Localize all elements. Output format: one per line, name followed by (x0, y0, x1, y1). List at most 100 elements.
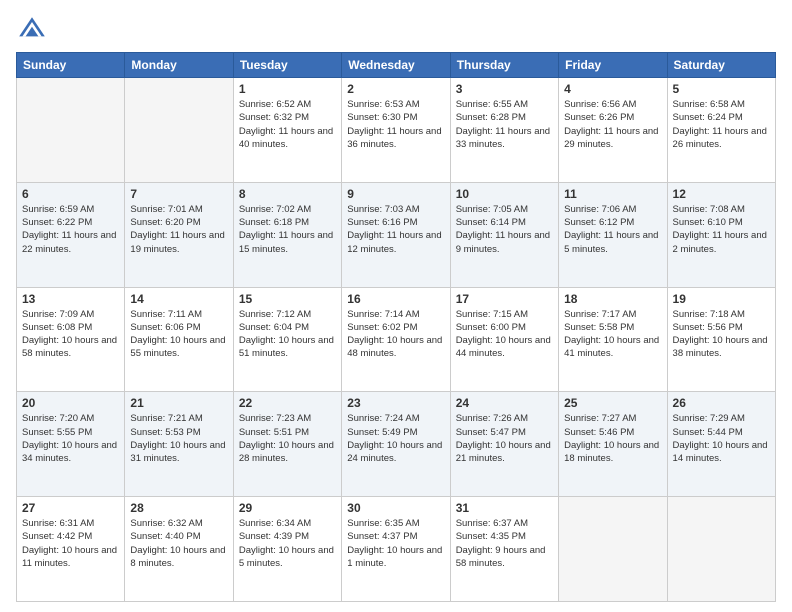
day-info: Sunrise: 6:32 AM Sunset: 4:40 PM Dayligh… (130, 517, 227, 570)
calendar-cell (559, 497, 667, 602)
day-info: Sunrise: 6:59 AM Sunset: 6:22 PM Dayligh… (22, 203, 119, 256)
week-row-2: 6 Sunrise: 6:59 AM Sunset: 6:22 PM Daylig… (17, 182, 776, 287)
day-number: 1 (239, 82, 336, 96)
calendar-cell: 5Sunrise: 6:58 AM Sunset: 6:24 PM Daylig… (667, 78, 775, 183)
day-number: 7 (130, 187, 227, 201)
day-number: 2 (347, 82, 444, 96)
day-number: 25 (564, 396, 661, 410)
day-info: Sunrise: 7:17 AM Sunset: 5:58 PM Dayligh… (564, 308, 661, 361)
calendar-cell: 1 Sunrise: 6:52 AM Sunset: 6:32 PM Daylig… (233, 78, 341, 183)
calendar-cell: 6 Sunrise: 6:59 AM Sunset: 6:22 PM Daylig… (17, 182, 125, 287)
day-info: Sunrise: 7:20 AM Sunset: 5:55 PM Dayligh… (22, 412, 119, 465)
day-info: Sunrise: 7:08 AM Sunset: 6:10 PM Dayligh… (673, 203, 770, 256)
day-info: Sunrise: 7:05 AM Sunset: 6:14 PM Dayligh… (456, 203, 553, 256)
day-info: Sunrise: 7:27 AM Sunset: 5:46 PM Dayligh… (564, 412, 661, 465)
calendar-cell: 4Sunrise: 6:56 AM Sunset: 6:26 PM Daylig… (559, 78, 667, 183)
calendar-cell: 25 Sunrise: 7:27 AM Sunset: 5:46 PM Dayli… (559, 392, 667, 497)
day-info: Sunrise: 7:15 AM Sunset: 6:00 PM Dayligh… (456, 308, 553, 361)
calendar-cell: 17 Sunrise: 7:15 AM Sunset: 6:00 PM Dayli… (450, 287, 558, 392)
logo-icon (16, 14, 48, 46)
calendar-cell: 31 Sunrise: 6:37 AM Sunset: 4:35 PM Dayli… (450, 497, 558, 602)
day-info: Sunrise: 6:52 AM Sunset: 6:32 PM Dayligh… (239, 98, 336, 151)
day-number: 29 (239, 501, 336, 515)
day-number: 23 (347, 396, 444, 410)
day-number: 6 (22, 187, 119, 201)
day-number: 26 (673, 396, 770, 410)
calendar-cell: 28 Sunrise: 6:32 AM Sunset: 4:40 PM Dayli… (125, 497, 233, 602)
calendar-cell: 19 Sunrise: 7:18 AM Sunset: 5:56 PM Dayli… (667, 287, 775, 392)
week-row-5: 27Sunrise: 6:31 AM Sunset: 4:42 PM Dayli… (17, 497, 776, 602)
day-number: 20 (22, 396, 119, 410)
day-number: 8 (239, 187, 336, 201)
calendar-cell: 16 Sunrise: 7:14 AM Sunset: 6:02 PM Dayli… (342, 287, 450, 392)
day-number: 17 (456, 292, 553, 306)
day-number: 15 (239, 292, 336, 306)
calendar-cell: 10 Sunrise: 7:05 AM Sunset: 6:14 PM Dayli… (450, 182, 558, 287)
day-number: 9 (347, 187, 444, 201)
day-header-tuesday: Tuesday (233, 53, 341, 78)
calendar-cell: 2 Sunrise: 6:53 AM Sunset: 6:30 PM Daylig… (342, 78, 450, 183)
calendar-cell: 3 Sunrise: 6:55 AM Sunset: 6:28 PM Daylig… (450, 78, 558, 183)
calendar-cell: 24 Sunrise: 7:26 AM Sunset: 5:47 PM Dayli… (450, 392, 558, 497)
day-number: 18 (564, 292, 661, 306)
day-info: Sunrise: 7:06 AM Sunset: 6:12 PM Dayligh… (564, 203, 661, 256)
day-info: Sunrise: 7:02 AM Sunset: 6:18 PM Dayligh… (239, 203, 336, 256)
calendar-cell: 21 Sunrise: 7:21 AM Sunset: 5:53 PM Dayli… (125, 392, 233, 497)
calendar-cell (667, 497, 775, 602)
day-info: Sunrise: 6:53 AM Sunset: 6:30 PM Dayligh… (347, 98, 444, 151)
day-info: Sunrise: 7:18 AM Sunset: 5:56 PM Dayligh… (673, 308, 770, 361)
day-info: Sunrise: 7:24 AM Sunset: 5:49 PM Dayligh… (347, 412, 444, 465)
calendar-cell: 13Sunrise: 7:09 AM Sunset: 6:08 PM Dayli… (17, 287, 125, 392)
day-info: Sunrise: 7:21 AM Sunset: 5:53 PM Dayligh… (130, 412, 227, 465)
day-number: 13 (22, 292, 119, 306)
calendar-cell (125, 78, 233, 183)
day-info: Sunrise: 6:35 AM Sunset: 4:37 PM Dayligh… (347, 517, 444, 570)
calendar-cell: 29 Sunrise: 6:34 AM Sunset: 4:39 PM Dayli… (233, 497, 341, 602)
calendar-cell: 15Sunrise: 7:12 AM Sunset: 6:04 PM Dayli… (233, 287, 341, 392)
day-number: 12 (673, 187, 770, 201)
calendar-cell: 20 Sunrise: 7:20 AM Sunset: 5:55 PM Dayli… (17, 392, 125, 497)
calendar-cell: 22Sunrise: 7:23 AM Sunset: 5:51 PM Dayli… (233, 392, 341, 497)
calendar-cell: 26Sunrise: 7:29 AM Sunset: 5:44 PM Dayli… (667, 392, 775, 497)
calendar-cell: 7 Sunrise: 7:01 AM Sunset: 6:20 PM Daylig… (125, 182, 233, 287)
calendar-cell (17, 78, 125, 183)
day-header-thursday: Thursday (450, 53, 558, 78)
day-number: 21 (130, 396, 227, 410)
day-info: Sunrise: 6:55 AM Sunset: 6:28 PM Dayligh… (456, 98, 553, 151)
day-number: 4 (564, 82, 661, 96)
day-number: 31 (456, 501, 553, 515)
day-info: Sunrise: 6:37 AM Sunset: 4:35 PM Dayligh… (456, 517, 553, 570)
calendar-cell: 30Sunrise: 6:35 AM Sunset: 4:37 PM Dayli… (342, 497, 450, 602)
day-info: Sunrise: 7:26 AM Sunset: 5:47 PM Dayligh… (456, 412, 553, 465)
calendar-cell: 9 Sunrise: 7:03 AM Sunset: 6:16 PM Daylig… (342, 182, 450, 287)
day-header-wednesday: Wednesday (342, 53, 450, 78)
day-number: 14 (130, 292, 227, 306)
day-number: 24 (456, 396, 553, 410)
day-info: Sunrise: 6:58 AM Sunset: 6:24 PM Dayligh… (673, 98, 770, 151)
day-number: 11 (564, 187, 661, 201)
week-row-3: 13Sunrise: 7:09 AM Sunset: 6:08 PM Dayli… (17, 287, 776, 392)
week-row-1: 1 Sunrise: 6:52 AM Sunset: 6:32 PM Daylig… (17, 78, 776, 183)
day-info: Sunrise: 7:03 AM Sunset: 6:16 PM Dayligh… (347, 203, 444, 256)
days-header-row: SundayMondayTuesdayWednesdayThursdayFrid… (17, 53, 776, 78)
day-number: 19 (673, 292, 770, 306)
day-header-friday: Friday (559, 53, 667, 78)
calendar-cell: 18 Sunrise: 7:17 AM Sunset: 5:58 PM Dayli… (559, 287, 667, 392)
logo (16, 14, 52, 46)
calendar-cell: 27Sunrise: 6:31 AM Sunset: 4:42 PM Dayli… (17, 497, 125, 602)
calendar-cell: 23 Sunrise: 7:24 AM Sunset: 5:49 PM Dayli… (342, 392, 450, 497)
day-number: 10 (456, 187, 553, 201)
day-header-monday: Monday (125, 53, 233, 78)
day-info: Sunrise: 6:34 AM Sunset: 4:39 PM Dayligh… (239, 517, 336, 570)
day-info: Sunrise: 7:01 AM Sunset: 6:20 PM Dayligh… (130, 203, 227, 256)
calendar-cell: 8 Sunrise: 7:02 AM Sunset: 6:18 PM Daylig… (233, 182, 341, 287)
day-info: Sunrise: 7:14 AM Sunset: 6:02 PM Dayligh… (347, 308, 444, 361)
day-number: 3 (456, 82, 553, 96)
day-header-saturday: Saturday (667, 53, 775, 78)
day-number: 27 (22, 501, 119, 515)
page: SundayMondayTuesdayWednesdayThursdayFrid… (0, 0, 792, 612)
day-header-sunday: Sunday (17, 53, 125, 78)
calendar-cell: 11 Sunrise: 7:06 AM Sunset: 6:12 PM Dayli… (559, 182, 667, 287)
day-number: 28 (130, 501, 227, 515)
day-number: 16 (347, 292, 444, 306)
